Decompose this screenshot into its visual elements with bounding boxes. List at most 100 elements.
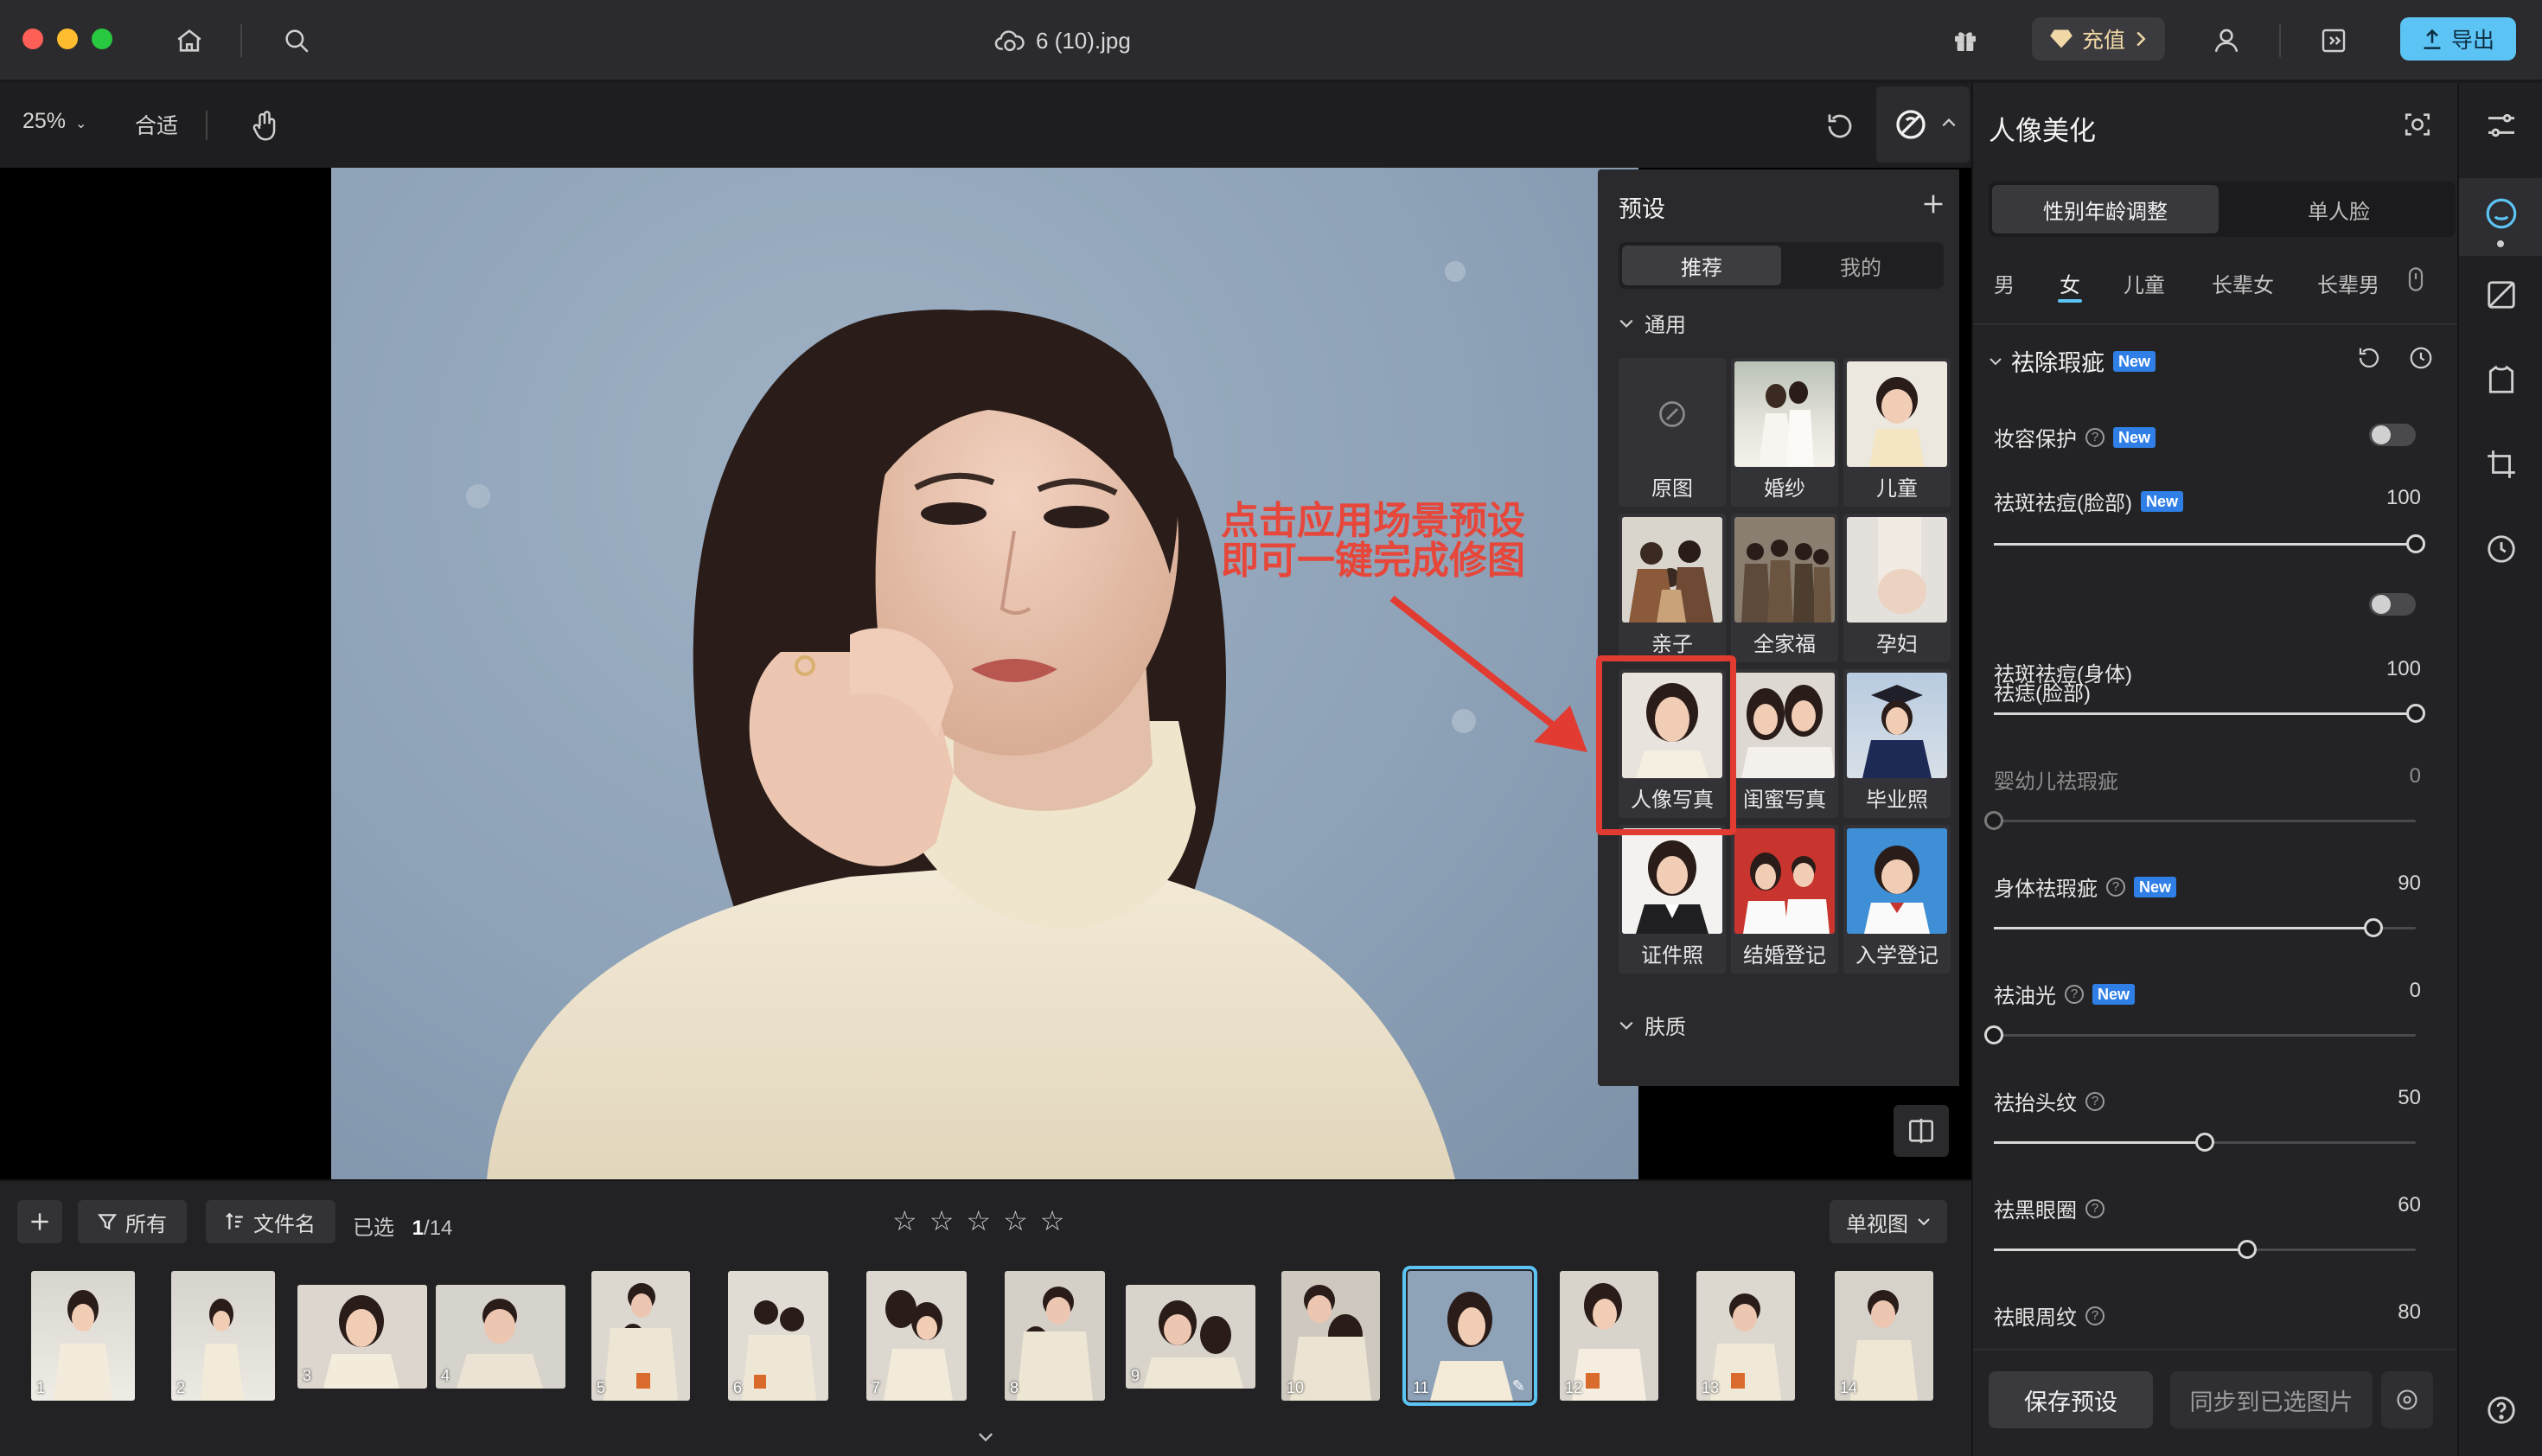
sync-settings-button[interactable] <box>2381 1371 2433 1428</box>
film-thumbnail[interactable]: 8 <box>1005 1271 1105 1401</box>
recharge-button[interactable]: 充值 <box>2032 17 2165 61</box>
star-icon[interactable]: ☆ <box>966 1207 991 1235</box>
help-icon[interactable]: ? <box>2085 1198 2104 1218</box>
search-icon[interactable] <box>277 21 316 61</box>
film-thumbnail[interactable]: 1 <box>31 1271 135 1401</box>
add-photo-button[interactable] <box>17 1200 62 1243</box>
reset-icon[interactable] <box>1819 105 1861 147</box>
export-button[interactable]: 导出 <box>2400 17 2516 61</box>
oil-slider[interactable] <box>1984 1025 2416 1044</box>
face-beauty-icon[interactable] <box>2480 192 2523 235</box>
infant-blemish-slider[interactable] <box>1984 811 2416 830</box>
close-window-button[interactable] <box>22 29 43 49</box>
film-thumbnail[interactable]: 2 <box>171 1271 275 1401</box>
preset-tile-id-photo[interactable]: 证件照 <box>1619 825 1726 974</box>
minimize-window-button[interactable] <box>57 29 78 49</box>
category-female[interactable]: 女 <box>2060 268 2080 298</box>
help-icon[interactable]: ? <box>2065 984 2084 1004</box>
preset-tile-wedding[interactable]: 婚纱 <box>1731 358 1838 507</box>
star-icon[interactable]: ☆ <box>929 1207 955 1235</box>
retouch-icon[interactable] <box>2480 273 2523 316</box>
adjustments-icon[interactable] <box>2480 104 2523 147</box>
filter-all-button[interactable]: 所有 <box>78 1200 187 1243</box>
view-mode-select[interactable]: 单视图 <box>1830 1200 1947 1243</box>
film-thumbnail[interactable]: 14 <box>1835 1271 1933 1401</box>
face-detect-icon[interactable] <box>2398 105 2437 144</box>
film-thumbnail[interactable]: 13 <box>1696 1271 1795 1401</box>
preset-tile-bestie[interactable]: 闺蜜写真 <box>1731 669 1838 818</box>
forehead-lines-slider[interactable] <box>1994 1133 2416 1152</box>
film-thumbnail[interactable]: 7 <box>866 1271 967 1401</box>
category-active-indicator <box>2058 299 2082 303</box>
compare-view-button[interactable] <box>1894 1105 1949 1157</box>
star-icon[interactable]: ☆ <box>1040 1207 1065 1235</box>
help-icon[interactable]: ? <box>2106 877 2125 897</box>
crop-icon[interactable] <box>2480 443 2523 486</box>
reset-section-icon[interactable] <box>2354 342 2385 374</box>
tab-single-face[interactable]: 单人脸 <box>2226 185 2452 233</box>
tab-gender-age[interactable]: 性别年龄调整 <box>1992 185 2219 233</box>
film-number: 12 <box>1565 1379 1583 1396</box>
help-circle-icon[interactable] <box>2480 1389 2523 1432</box>
section-blemish-header[interactable]: 祛除瑕疵 New <box>1989 344 2156 378</box>
film-thumbnail[interactable]: 12 <box>1560 1271 1658 1401</box>
save-preset-button[interactable]: 保存预设 <box>1989 1371 2153 1428</box>
collapse-filmstrip-icon[interactable] <box>977 1432 994 1442</box>
dark-circles-slider[interactable] <box>1994 1240 2416 1259</box>
preset-tile-original[interactable]: 原图 <box>1619 358 1726 507</box>
fit-button[interactable]: 合适 <box>135 109 178 140</box>
maximize-window-button[interactable] <box>92 29 112 49</box>
film-thumbnail[interactable]: 5 <box>591 1271 690 1401</box>
body-blemish-label: 祛斑祛痘(身体) <box>1994 657 2132 687</box>
history-clock-icon[interactable] <box>2480 527 2523 571</box>
hand-tool-icon[interactable] <box>246 107 284 145</box>
section-skin-header[interactable]: 肤质 <box>1619 1010 1686 1040</box>
preset-toggle-button[interactable] <box>1876 86 1970 163</box>
canvas-toolbar: 25% ⌄ 合适 <box>0 83 1971 168</box>
preset-tile-graduation[interactable]: 毕业照 <box>1843 669 1951 818</box>
tab-mine[interactable]: 我的 <box>1781 246 1940 285</box>
home-icon[interactable] <box>169 21 209 61</box>
tab-recommended[interactable]: 推荐 <box>1622 246 1781 285</box>
mole-face-toggle[interactable] <box>2369 593 2416 616</box>
preset-tile-parent-child[interactable]: 亲子 <box>1619 514 1726 662</box>
more-categories-icon[interactable] <box>2404 266 2428 292</box>
section-skin-label: 肤质 <box>1645 1016 1686 1039</box>
help-icon[interactable]: ? <box>2085 1091 2104 1111</box>
film-thumbnail[interactable]: 3 <box>297 1285 427 1389</box>
help-icon[interactable]: ? <box>2085 1306 2104 1325</box>
user-icon[interactable] <box>2207 21 2246 61</box>
makeup-protect-toggle[interactable] <box>2369 424 2416 446</box>
help-icon[interactable]: ? <box>2085 427 2104 447</box>
gift-icon[interactable] <box>1945 21 1985 61</box>
category-children[interactable]: 儿童 <box>2124 268 2165 298</box>
preset-tile-marriage-registration[interactable]: 结婚登记 <box>1731 825 1838 974</box>
terminal-icon[interactable] <box>2314 21 2354 61</box>
history-icon[interactable] <box>2405 342 2437 374</box>
preset-tile-school-registration[interactable]: 入学登记 <box>1843 825 1951 974</box>
body-blemish-slider[interactable] <box>1994 704 2425 723</box>
star-icon[interactable]: ☆ <box>1003 1207 1028 1235</box>
section-general-header[interactable]: 通用 <box>1619 308 1686 338</box>
body-shape-icon[interactable] <box>2480 358 2523 401</box>
body-flaw-slider[interactable] <box>1994 918 2416 937</box>
film-thumbnail[interactable]: 4 <box>436 1285 565 1389</box>
add-preset-icon[interactable] <box>1918 188 1949 220</box>
zoom-select[interactable]: 25% ⌄ <box>22 109 86 134</box>
star-icon[interactable]: ☆ <box>892 1207 917 1235</box>
star-rating[interactable]: ☆ ☆ ☆ ☆ ☆ <box>892 1207 1064 1235</box>
category-elder-male[interactable]: 长辈男 <box>2317 268 2379 298</box>
film-thumbnail[interactable]: 10 <box>1281 1271 1380 1401</box>
film-thumbnail[interactable]: 6 <box>728 1271 828 1401</box>
category-elder-female[interactable]: 长辈女 <box>2212 268 2274 298</box>
film-thumbnail-selected[interactable]: 11 ✎ <box>1402 1266 1537 1406</box>
film-thumbnail[interactable]: 9 <box>1126 1285 1255 1389</box>
body-blemish-text: 祛斑祛痘(身体) <box>1994 663 2132 686</box>
category-male[interactable]: 男 <box>1994 268 2015 298</box>
preset-tile-child[interactable]: 儿童 <box>1843 358 1951 507</box>
sync-to-selected-button[interactable]: 同步到已选图片 <box>2170 1371 2373 1428</box>
preset-tile-family[interactable]: 全家福 <box>1731 514 1838 662</box>
sort-button[interactable]: 文件名 <box>206 1200 335 1243</box>
face-blemish-slider[interactable] <box>1994 534 2425 553</box>
preset-tile-maternity[interactable]: 孕妇 <box>1843 514 1951 662</box>
